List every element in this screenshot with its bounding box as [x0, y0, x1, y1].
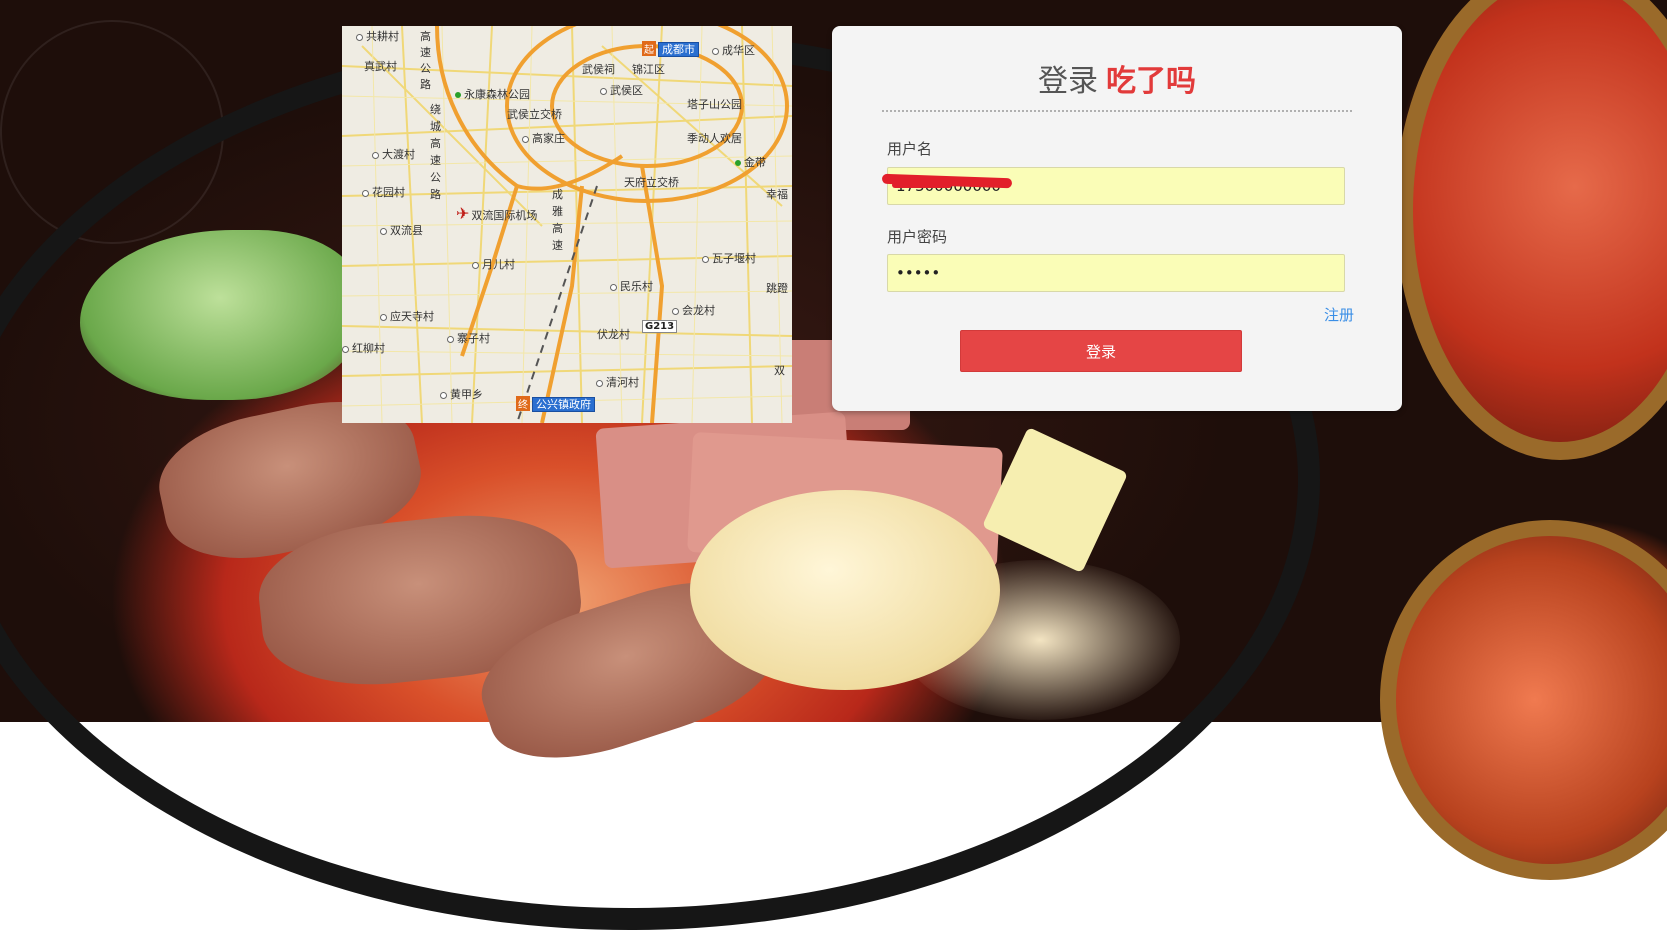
map-label: 寨子村: [447, 330, 490, 346]
map-label: 永康森林公园: [455, 86, 530, 102]
map-label: 武侯区: [600, 82, 643, 98]
map-label: 红柳村: [342, 340, 385, 356]
map-label: 双: [774, 364, 785, 377]
login-button[interactable]: 登录: [960, 330, 1242, 372]
username-label: 用户名: [887, 140, 933, 158]
map-label: 民乐村: [610, 278, 653, 294]
map-label: 锦江区: [632, 63, 665, 76]
map-label: 真武村: [364, 60, 397, 73]
map-label: 季动人欢居: [687, 132, 742, 145]
map-label: 清河村: [596, 374, 639, 390]
map-label: 跳蹬: [766, 282, 788, 295]
map-label: 伏龙村: [597, 328, 630, 341]
redaction-scribble: [892, 182, 952, 188]
fish-cake-image: [690, 490, 1000, 690]
location-map[interactable]: 共耕村 高速公路 起成都市 成华区 真武村 武侯祠 锦江区 永康森林公园 武侯区…: [342, 26, 792, 423]
airport-label: ✈ 双流国际机场: [456, 204, 538, 223]
map-label: 花园村: [362, 184, 405, 200]
title-divider: [882, 110, 1352, 112]
map-label: 高速公路: [420, 30, 431, 91]
login-title-text: 登录: [1038, 64, 1098, 99]
map-label: 双流县: [380, 222, 423, 238]
map-label: 成雅高速: [552, 188, 563, 252]
register-link[interactable]: 注册: [1324, 304, 1354, 325]
map-label: 高家庄: [522, 130, 565, 146]
map-label: 月儿村: [472, 256, 515, 272]
map-label: 天府立交桥: [624, 176, 679, 189]
map-label: 黄甲乡: [440, 386, 483, 402]
map-label: 绕城高速公路: [430, 103, 441, 201]
map-label: 武侯立交桥: [507, 108, 562, 121]
map-label: 会龙村: [672, 302, 715, 318]
password-input[interactable]: [887, 254, 1345, 292]
map-label: 共耕村: [356, 28, 399, 44]
password-label: 用户密码: [887, 228, 948, 246]
map-label: 金带: [735, 154, 766, 170]
map-label: 大渡村: [372, 146, 415, 162]
login-card: 登录吃了吗 用户名 用户密码 注册 登录: [832, 26, 1402, 411]
map-label: 应天寺村: [380, 308, 434, 324]
map-label: 塔子山公园: [687, 98, 742, 111]
map-label: 瓦子堰村: [702, 250, 756, 266]
highway-badge: G213: [642, 319, 678, 333]
map-label: 武侯祠: [582, 63, 615, 76]
map-label: 幸福: [766, 188, 788, 201]
map-label: 成华区: [712, 42, 755, 58]
map-label: 起成都市: [642, 41, 699, 57]
login-title: 登录 吃了吗: [832, 56, 1402, 100]
brand-name: 吃了吗: [1106, 64, 1196, 99]
map-label: 终公兴镇政府: [516, 396, 595, 412]
